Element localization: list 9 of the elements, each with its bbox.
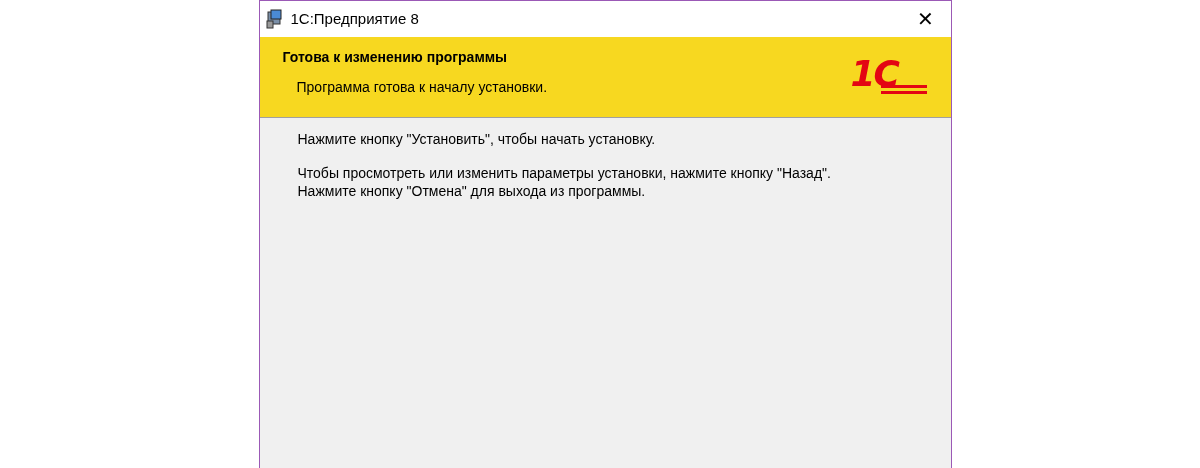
company-logo: 1С bbox=[850, 59, 927, 95]
instruction-text: Нажмите кнопку "Отмена" для выхода из программы. bbox=[297, 182, 647, 200]
header-title: Готова к изменению программы bbox=[282, 48, 509, 67]
close-button[interactable]: ✕ bbox=[905, 4, 946, 34]
instruction-text: Нажмите кнопку "Установить", чтобы начать установку. bbox=[297, 130, 657, 148]
window-title: 1С:Предприятие 8 bbox=[290, 8, 419, 29]
instruction-text: Чтобы просмотреть или изменить параметры установки, нажмите кнопку "Назад". bbox=[297, 164, 832, 182]
header-subtitle: Программа готова к началу установки. bbox=[296, 78, 548, 97]
installer-app-icon bbox=[264, 9, 285, 29]
